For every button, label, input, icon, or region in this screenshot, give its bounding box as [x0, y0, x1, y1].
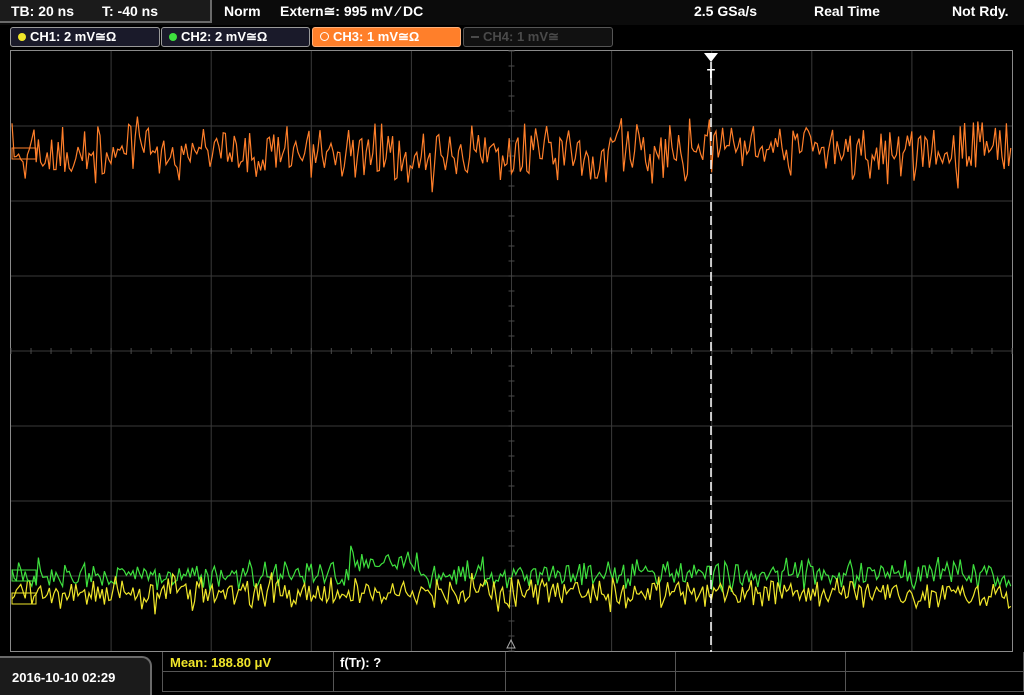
bottom-bar: 2016-10-10 02:29 Mean: 188.80 μV f(Tr): … — [0, 652, 1024, 695]
trigger-frequency-measurement: f(Tr): ? — [340, 655, 382, 670]
measurement-cell[interactable] — [162, 672, 334, 692]
trigger-position-marker-icon[interactable] — [704, 53, 718, 62]
measurement-cell[interactable] — [676, 652, 846, 672]
channel-3-ground-marker[interactable] — [11, 147, 37, 160]
measurement-cell[interactable] — [846, 672, 1024, 692]
measurement-cell[interactable] — [676, 672, 846, 692]
datetime-panel: 2016-10-10 02:29 — [0, 656, 152, 695]
measurement-panel[interactable]: Mean: 188.80 μV f(Tr): ? — [162, 652, 1024, 695]
mean-measurement: Mean: 188.80 μV — [170, 655, 272, 670]
waveform-display[interactable]: T — [0, 0, 1024, 695]
trigger-position-letter: T — [707, 66, 715, 81]
datetime-label: 2016-10-10 02:29 — [12, 670, 116, 685]
measurement-cell[interactable] — [334, 672, 506, 692]
measurement-cell[interactable] — [506, 652, 676, 672]
measurement-cell[interactable] — [506, 672, 676, 692]
measurement-cell[interactable] — [846, 652, 1024, 672]
